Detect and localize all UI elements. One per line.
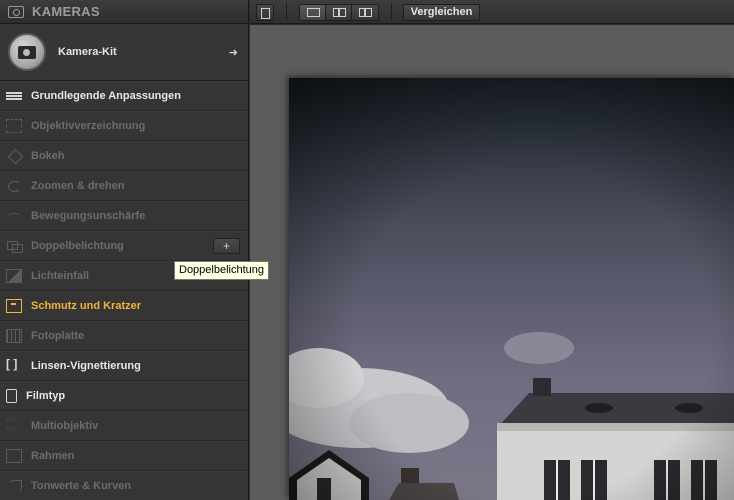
sidebar-item-filmtyp[interactable]: Filmtyp — [0, 381, 248, 411]
toolbar-divider — [391, 3, 392, 21]
tooltip: Doppelbelichtung — [174, 261, 270, 280]
arrow-right-icon[interactable]: ➜ — [229, 46, 238, 59]
view-mode-group — [299, 4, 379, 21]
export-button[interactable] — [256, 4, 274, 21]
camera-kit-label: Kamera-Kit — [58, 46, 117, 58]
sidebar-item-label: Lichteinfall — [31, 270, 90, 282]
sidebar-item-label: Filmtyp — [26, 390, 66, 402]
sidebar-item-label: Zoomen & drehen — [31, 180, 125, 192]
sidebar-item-bewegungsunschaerfe[interactable]: Bewegungsunschärfe — [0, 201, 248, 231]
curves-icon — [6, 479, 22, 493]
sidebar-item-objektivverzeichnung[interactable]: Objektivverzeichnung — [0, 111, 248, 141]
film-type-icon — [6, 389, 17, 403]
sidebar-item-label: Tonwerte & Kurven — [31, 480, 132, 492]
sidebar-header: KAMERAS — [0, 0, 248, 24]
distortion-icon — [6, 119, 22, 133]
camera-kit-avatar — [8, 33, 46, 71]
sidebar-item-label: Fotoplatte — [31, 330, 85, 342]
sidebar-title: KAMERAS — [32, 4, 100, 19]
top-toolbar: Vergleichen — [250, 0, 734, 24]
sidebar-item-label: Linsen-Vignettierung — [31, 360, 141, 372]
sidebar-item-rahmen[interactable]: Rahmen — [0, 441, 248, 471]
sidebar-item-tonwerte-kurven[interactable]: Tonwerte & Kurven — [0, 471, 248, 500]
sidebar-item-label: Bewegungsunschärfe — [31, 210, 146, 222]
sidebar-item-fotoplatte[interactable]: Fotoplatte — [0, 321, 248, 351]
sidebar-item-label: Multiobjektiv — [31, 420, 99, 432]
sidebar-item-multiobjektiv[interactable]: Multiobjektiv — [0, 411, 248, 441]
double-exposure-icon — [6, 239, 23, 253]
bokeh-icon — [6, 149, 22, 163]
sidebar-item-zoomen-drehen[interactable]: Zoomen & drehen — [0, 171, 248, 201]
photo-preview[interactable] — [289, 78, 734, 500]
sidebar-item-doppelbelichtung[interactable]: Doppelbelichtung + — [0, 231, 248, 261]
sidebar-item-label: Bokeh — [31, 150, 65, 162]
sidebar-item-schmutz-und-kratzer[interactable]: Schmutz und Kratzer — [0, 291, 248, 321]
sidebar-item-grundlegende-anpassungen[interactable]: Grundlegende Anpassungen — [0, 81, 248, 111]
vignette-icon — [6, 357, 22, 373]
add-double-exposure-button[interactable]: + — [213, 238, 240, 254]
sidebar: KAMERAS Kamera-Kit ➜ Grundlegende Anpass… — [0, 0, 249, 500]
sidebar-item-label: Schmutz und Kratzer — [31, 300, 142, 312]
sidebar-item-label: Rahmen — [31, 450, 75, 462]
motion-blur-icon — [6, 209, 22, 223]
side-by-side-view-button[interactable] — [352, 5, 379, 20]
compare-button[interactable]: Vergleichen — [403, 4, 480, 21]
sidebar-item-label: Grundlegende Anpassungen — [31, 90, 181, 102]
photo-image — [289, 78, 734, 500]
light-leak-icon — [6, 269, 22, 283]
toolbar-divider — [286, 3, 287, 21]
frame-icon — [6, 449, 22, 463]
sidebar-item-label: Objektivverzeichnung — [31, 120, 146, 132]
camera-kit-row[interactable]: Kamera-Kit ➜ — [0, 24, 248, 81]
dirt-scratches-icon — [6, 299, 22, 313]
single-view-button[interactable] — [300, 5, 326, 20]
multi-lens-icon — [6, 415, 22, 433]
sidebar-item-linsen-vignettierung[interactable]: Linsen-Vignettierung — [0, 351, 248, 381]
sidebar-item-label: Doppelbelichtung — [31, 240, 124, 252]
image-canvas — [250, 25, 734, 500]
photo-plate-icon — [6, 329, 22, 343]
camera-icon — [8, 5, 24, 18]
sidebar-item-bokeh[interactable]: Bokeh — [0, 141, 248, 171]
split-view-button[interactable] — [326, 5, 352, 20]
sliders-icon — [6, 89, 22, 103]
rotate-icon — [6, 179, 22, 193]
